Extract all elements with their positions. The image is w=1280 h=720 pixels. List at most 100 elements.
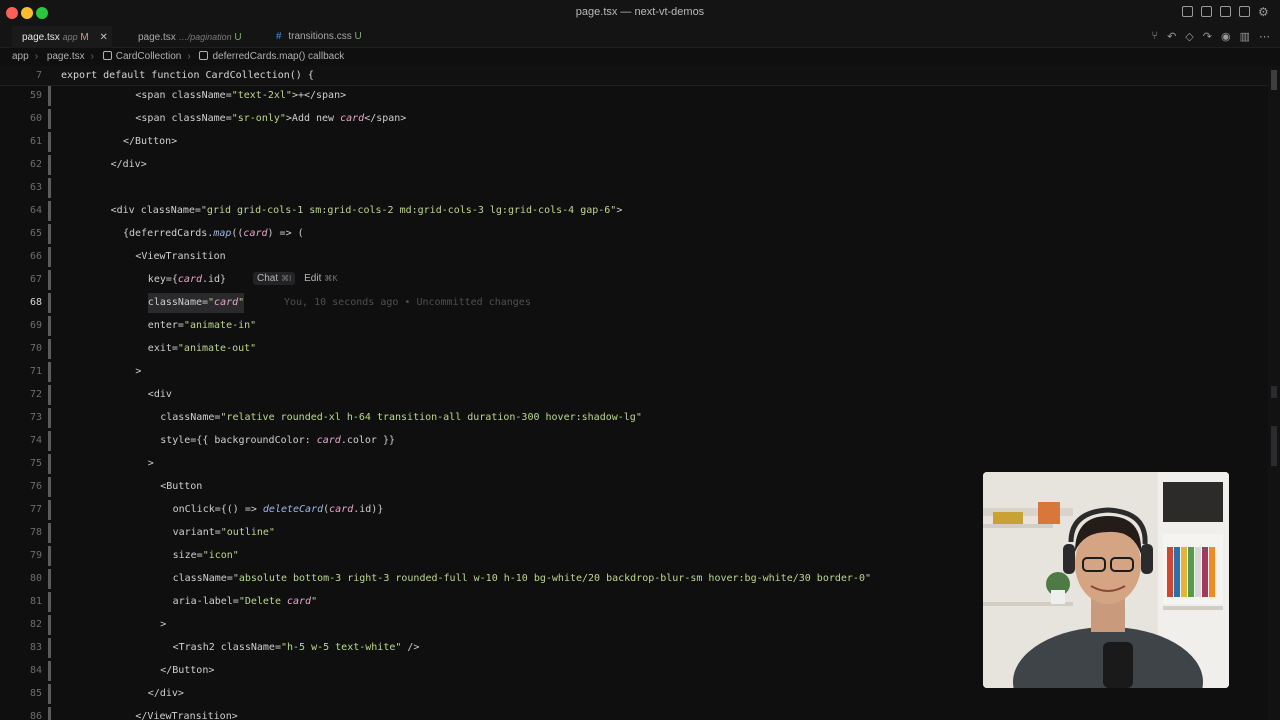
code-text: variant="outline" (172, 527, 275, 538)
toggle-panel-icon[interactable] (1182, 6, 1193, 17)
close-tab-icon[interactable]: ✕ (100, 32, 108, 43)
git-change-indicator[interactable] (48, 86, 51, 106)
git-change-indicator[interactable] (48, 592, 51, 612)
code-line[interactable]: 75 > (0, 454, 1268, 474)
tab-description: app (62, 32, 78, 42)
split-editor-icon[interactable]: ▥ (1240, 30, 1250, 43)
code-line[interactable]: 66 <ViewTransition (0, 247, 1268, 267)
git-change-indicator[interactable] (48, 707, 51, 720)
settings-gear-icon[interactable]: ⚙ (1258, 6, 1270, 18)
breadcrumb-item[interactable]: CardCollection (116, 51, 182, 62)
git-change-indicator[interactable] (48, 454, 51, 474)
git-change-indicator[interactable] (48, 546, 51, 566)
git-change-indicator[interactable] (48, 132, 51, 152)
git-change-indicator[interactable] (48, 201, 51, 221)
breadcrumb-item[interactable]: deferredCards.map() callback (212, 51, 344, 62)
git-change-indicator[interactable] (48, 362, 51, 382)
sticky-scroll-header[interactable]: 7 export default function CardCollection… (0, 66, 1268, 86)
git-change-indicator[interactable] (48, 569, 51, 589)
code-text: </Button> (160, 665, 215, 676)
more-actions-icon[interactable]: ⋯ (1259, 30, 1270, 43)
vertical-scrollbar[interactable] (1268, 66, 1280, 720)
code-text: className="card" (147, 293, 245, 313)
code-text: className="relative rounded-xl h-64 tran… (160, 412, 642, 423)
git-change-indicator[interactable] (48, 247, 51, 267)
git-change-indicator[interactable] (48, 408, 51, 428)
editor-tab-bar: page.tsx app M ✕ page.tsx …/pagination U… (0, 26, 1280, 48)
breadcrumb-item[interactable]: app (12, 51, 29, 62)
sticky-code: export default function CardCollection()… (61, 70, 314, 81)
git-change-indicator[interactable] (48, 316, 51, 336)
tab-page-app[interactable]: page.tsx app M ✕ (12, 26, 112, 48)
git-change-indicator[interactable] (48, 270, 51, 290)
code-text: enter="animate-in" (147, 320, 257, 331)
code-line[interactable]: 59 <span className="text-2xl">+</span> (0, 86, 1268, 106)
git-change-indicator[interactable] (48, 684, 51, 704)
code-text: exit="animate-out" (147, 343, 257, 354)
code-line[interactable]: 70 exit="animate-out" (0, 339, 1268, 359)
code-text: style={{ backgroundColor: card.color }} (160, 435, 396, 446)
chat-shortcut[interactable]: Chat ⌘I (253, 272, 296, 285)
line-number: 77 (29, 504, 42, 515)
git-change-indicator[interactable] (48, 293, 51, 313)
code-line[interactable]: 69 enter="animate-in" (0, 316, 1268, 336)
tab-transitions-css[interactable]: # transitions.css U (266, 26, 376, 48)
code-line[interactable]: 72 <div (0, 385, 1268, 405)
toggle-sidebar-icon[interactable] (1201, 6, 1212, 17)
code-line[interactable]: 64 <div className="grid grid-cols-1 sm:gr… (0, 201, 1268, 221)
git-change-indicator[interactable] (48, 224, 51, 244)
code-text: </ViewTransition> (135, 711, 238, 720)
code-line[interactable]: 73 className="relative rounded-xl h-64 tr… (0, 408, 1268, 428)
webcam-image (983, 472, 1229, 688)
line-number: 68 (29, 297, 42, 308)
edit-shortcut[interactable]: Edit ⌘K (304, 273, 338, 284)
line-number: 72 (29, 389, 42, 400)
git-change-indicator[interactable] (48, 661, 51, 681)
tab-status: U (234, 32, 242, 43)
line-number: 69 (29, 320, 42, 331)
code-line[interactable]: 86 </ViewTransition> (0, 707, 1268, 720)
tab-label: page.tsx (138, 32, 176, 43)
open-changes-icon[interactable]: ◉ (1221, 30, 1231, 43)
toggle-secondary-sidebar-icon[interactable] (1220, 6, 1231, 17)
customize-layout-icon[interactable] (1239, 6, 1250, 17)
breadcrumb: app › page.tsx › CardCollection › deferredC… (0, 48, 1280, 66)
timeline-icon[interactable]: ◇ (1185, 30, 1193, 43)
code-line[interactable]: 61 </Button> (0, 132, 1268, 152)
git-change-indicator[interactable] (48, 477, 51, 497)
git-change-indicator[interactable] (48, 431, 51, 451)
code-line[interactable]: 68 className="card" You, 10 seconds ago • … (0, 293, 1268, 313)
go-forward-icon[interactable]: ↷ (1203, 30, 1212, 43)
git-change-indicator[interactable] (48, 523, 51, 543)
git-change-indicator[interactable] (48, 109, 51, 129)
git-change-indicator[interactable] (48, 178, 51, 198)
code-line[interactable]: 67 key={card.id} (0, 270, 1268, 290)
scrollbar-thumb[interactable] (1271, 70, 1277, 90)
line-number: 86 (29, 711, 42, 720)
git-change-indicator[interactable] (48, 339, 51, 359)
git-change-indicator[interactable] (48, 638, 51, 658)
git-change-indicator[interactable] (48, 385, 51, 405)
source-control-icon[interactable]: ⑂ (1151, 30, 1158, 43)
code-text: > (135, 366, 142, 377)
code-line[interactable]: 71 > (0, 362, 1268, 382)
code-line[interactable]: 62 </div> (0, 155, 1268, 175)
git-change-indicator[interactable] (48, 615, 51, 635)
git-change-indicator[interactable] (48, 155, 51, 175)
line-number: 80 (29, 573, 42, 584)
code-line[interactable]: 74 style={{ backgroundColor: card.color }… (0, 431, 1268, 451)
code-text: > (160, 619, 167, 630)
breadcrumb-item[interactable]: page.tsx (47, 51, 85, 62)
title-bar: page.tsx — next-vt-demos ⚙ (0, 0, 1280, 26)
line-number: 73 (29, 412, 42, 423)
line-number: 61 (29, 136, 42, 147)
line-number: 66 (29, 251, 42, 262)
code-text: </div> (110, 159, 147, 170)
code-line[interactable]: 65 {deferredCards.map((card) => ( (0, 224, 1268, 244)
code-line[interactable]: 60 <span className="sr-only">Add new card… (0, 109, 1268, 129)
git-change-indicator[interactable] (48, 500, 51, 520)
scrollbar-marker (1271, 426, 1277, 466)
tab-page-pagination[interactable]: page.tsx …/pagination U (128, 26, 258, 48)
go-back-icon[interactable]: ↶ (1167, 30, 1176, 43)
code-line[interactable]: 63 (0, 178, 1268, 198)
